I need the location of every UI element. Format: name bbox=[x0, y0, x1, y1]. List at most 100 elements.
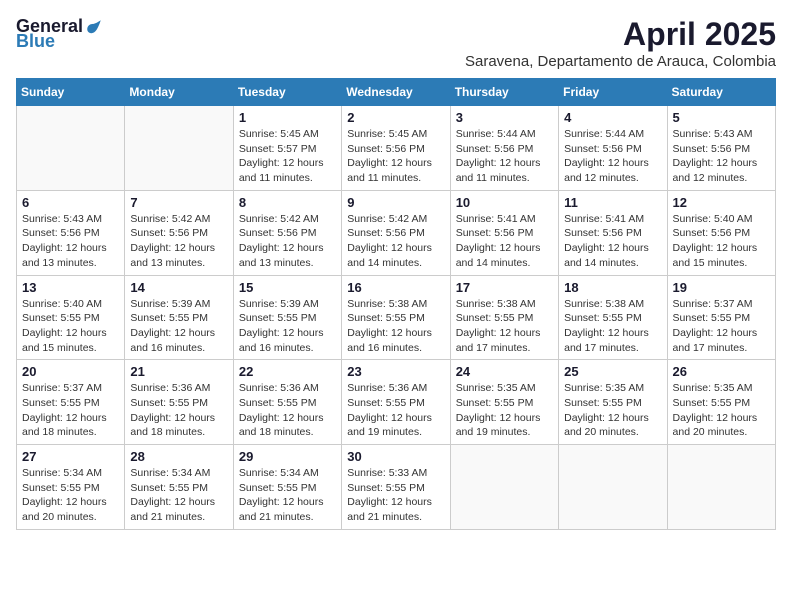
day-info: Sunrise: 5:36 AM Sunset: 5:55 PM Dayligh… bbox=[130, 381, 227, 440]
day-info: Sunrise: 5:35 AM Sunset: 5:55 PM Dayligh… bbox=[673, 381, 770, 440]
calendar-week-1: 1 Sunrise: 5:45 AM Sunset: 5:57 PM Daylig… bbox=[17, 106, 776, 191]
calendar-cell: 19 Sunrise: 5:37 AM Sunset: 5:55 PM Dayli… bbox=[667, 275, 775, 360]
calendar-col-monday: Monday bbox=[125, 79, 233, 106]
day-number: 20 bbox=[22, 364, 119, 379]
day-number: 22 bbox=[239, 364, 336, 379]
day-info: Sunrise: 5:36 AM Sunset: 5:55 PM Dayligh… bbox=[347, 381, 444, 440]
day-info: Sunrise: 5:35 AM Sunset: 5:55 PM Dayligh… bbox=[564, 381, 661, 440]
day-number: 10 bbox=[456, 195, 553, 210]
day-number: 29 bbox=[239, 449, 336, 464]
calendar-cell: 4Sunrise: 5:44 AM Sunset: 5:56 PM Daylig… bbox=[559, 106, 667, 191]
calendar-cell: 16Sunrise: 5:38 AM Sunset: 5:55 PM Dayli… bbox=[342, 275, 450, 360]
calendar-cell: 18 Sunrise: 5:38 AM Sunset: 5:55 PM Dayli… bbox=[559, 275, 667, 360]
calendar-cell: 29 Sunrise: 5:34 AM Sunset: 5:55 PM Dayli… bbox=[233, 445, 341, 530]
calendar-cell: 17Sunrise: 5:38 AM Sunset: 5:55 PM Dayli… bbox=[450, 275, 558, 360]
calendar-header: SundayMondayTuesdayWednesdayThursdayFrid… bbox=[17, 79, 776, 106]
calendar-cell: 11 Sunrise: 5:41 AM Sunset: 5:56 PM Dayli… bbox=[559, 190, 667, 275]
calendar-col-thursday: Thursday bbox=[450, 79, 558, 106]
month-title: April 2025 bbox=[465, 16, 776, 53]
day-number: 27 bbox=[22, 449, 119, 464]
calendar-col-wednesday: Wednesday bbox=[342, 79, 450, 106]
calendar-cell: 24 Sunrise: 5:35 AM Sunset: 5:55 PM Dayli… bbox=[450, 360, 558, 445]
day-info: Sunrise: 5:45 AM Sunset: 5:57 PM Dayligh… bbox=[239, 127, 336, 186]
calendar-cell: 23 Sunrise: 5:36 AM Sunset: 5:55 PM Dayli… bbox=[342, 360, 450, 445]
day-info: Sunrise: 5:34 AM Sunset: 5:55 PM Dayligh… bbox=[22, 466, 119, 525]
calendar-col-tuesday: Tuesday bbox=[233, 79, 341, 106]
day-number: 2 bbox=[347, 110, 444, 125]
day-number: 15 bbox=[239, 280, 336, 295]
calendar-cell: 30Sunrise: 5:33 AM Sunset: 5:55 PM Dayli… bbox=[342, 445, 450, 530]
calendar-table: SundayMondayTuesdayWednesdayThursdayFrid… bbox=[16, 78, 776, 530]
calendar-cell: 6Sunrise: 5:43 AM Sunset: 5:56 PM Daylig… bbox=[17, 190, 125, 275]
day-info: Sunrise: 5:37 AM Sunset: 5:55 PM Dayligh… bbox=[673, 297, 770, 356]
day-number: 13 bbox=[22, 280, 119, 295]
calendar-cell: 20Sunrise: 5:37 AM Sunset: 5:55 PM Dayli… bbox=[17, 360, 125, 445]
day-info: Sunrise: 5:43 AM Sunset: 5:56 PM Dayligh… bbox=[22, 212, 119, 271]
calendar-cell: 28 Sunrise: 5:34 AM Sunset: 5:55 PM Dayli… bbox=[125, 445, 233, 530]
title-block: April 2025 Saravena, Departamento de Ara… bbox=[465, 16, 776, 70]
day-info: Sunrise: 5:38 AM Sunset: 5:55 PM Dayligh… bbox=[564, 297, 661, 356]
day-info: Sunrise: 5:43 AM Sunset: 5:56 PM Dayligh… bbox=[673, 127, 770, 186]
day-number: 14 bbox=[130, 280, 227, 295]
logo-blue-text: Blue bbox=[16, 31, 55, 52]
calendar-cell: 3 Sunrise: 5:44 AM Sunset: 5:56 PM Daylig… bbox=[450, 106, 558, 191]
day-info: Sunrise: 5:34 AM Sunset: 5:55 PM Dayligh… bbox=[130, 466, 227, 525]
day-info: Sunrise: 5:41 AM Sunset: 5:56 PM Dayligh… bbox=[564, 212, 661, 271]
day-number: 5 bbox=[673, 110, 770, 125]
calendar-cell: 9 Sunrise: 5:42 AM Sunset: 5:56 PM Daylig… bbox=[342, 190, 450, 275]
calendar-week-5: 27 Sunrise: 5:34 AM Sunset: 5:55 PM Dayli… bbox=[17, 445, 776, 530]
day-info: Sunrise: 5:39 AM Sunset: 5:55 PM Dayligh… bbox=[130, 297, 227, 356]
calendar-week-2: 6Sunrise: 5:43 AM Sunset: 5:56 PM Daylig… bbox=[17, 190, 776, 275]
day-number: 8 bbox=[239, 195, 336, 210]
calendar-cell bbox=[450, 445, 558, 530]
logo-bird-icon bbox=[85, 18, 103, 36]
calendar-cell bbox=[17, 106, 125, 191]
day-info: Sunrise: 5:42 AM Sunset: 5:56 PM Dayligh… bbox=[130, 212, 227, 271]
calendar-cell: 5 Sunrise: 5:43 AM Sunset: 5:56 PM Daylig… bbox=[667, 106, 775, 191]
day-number: 16 bbox=[347, 280, 444, 295]
day-info: Sunrise: 5:42 AM Sunset: 5:56 PM Dayligh… bbox=[239, 212, 336, 271]
calendar-cell: 15Sunrise: 5:39 AM Sunset: 5:55 PM Dayli… bbox=[233, 275, 341, 360]
calendar-week-4: 20Sunrise: 5:37 AM Sunset: 5:55 PM Dayli… bbox=[17, 360, 776, 445]
calendar-cell: 12Sunrise: 5:40 AM Sunset: 5:56 PM Dayli… bbox=[667, 190, 775, 275]
day-number: 3 bbox=[456, 110, 553, 125]
logo: General Blue bbox=[16, 16, 103, 52]
calendar-col-saturday: Saturday bbox=[667, 79, 775, 106]
day-number: 11 bbox=[564, 195, 661, 210]
calendar-cell: 2 Sunrise: 5:45 AM Sunset: 5:56 PM Daylig… bbox=[342, 106, 450, 191]
calendar-cell: 21 Sunrise: 5:36 AM Sunset: 5:55 PM Dayli… bbox=[125, 360, 233, 445]
calendar-body: 1 Sunrise: 5:45 AM Sunset: 5:57 PM Daylig… bbox=[17, 106, 776, 530]
day-info: Sunrise: 5:44 AM Sunset: 5:56 PM Dayligh… bbox=[564, 127, 661, 186]
day-info: Sunrise: 5:45 AM Sunset: 5:56 PM Dayligh… bbox=[347, 127, 444, 186]
day-info: Sunrise: 5:33 AM Sunset: 5:55 PM Dayligh… bbox=[347, 466, 444, 525]
calendar-cell: 8 Sunrise: 5:42 AM Sunset: 5:56 PM Daylig… bbox=[233, 190, 341, 275]
calendar-cell bbox=[559, 445, 667, 530]
calendar-cell: 14 Sunrise: 5:39 AM Sunset: 5:55 PM Dayli… bbox=[125, 275, 233, 360]
day-number: 12 bbox=[673, 195, 770, 210]
page-header: General Blue April 2025 Saravena, Depart… bbox=[16, 16, 776, 70]
calendar-col-sunday: Sunday bbox=[17, 79, 125, 106]
day-number: 21 bbox=[130, 364, 227, 379]
calendar-week-3: 13Sunrise: 5:40 AM Sunset: 5:55 PM Dayli… bbox=[17, 275, 776, 360]
day-number: 19 bbox=[673, 280, 770, 295]
day-info: Sunrise: 5:38 AM Sunset: 5:55 PM Dayligh… bbox=[456, 297, 553, 356]
calendar-cell: 13Sunrise: 5:40 AM Sunset: 5:55 PM Dayli… bbox=[17, 275, 125, 360]
day-number: 18 bbox=[564, 280, 661, 295]
day-number: 23 bbox=[347, 364, 444, 379]
calendar-header-row: SundayMondayTuesdayWednesdayThursdayFrid… bbox=[17, 79, 776, 106]
day-info: Sunrise: 5:35 AM Sunset: 5:55 PM Dayligh… bbox=[456, 381, 553, 440]
day-number: 25 bbox=[564, 364, 661, 379]
day-number: 9 bbox=[347, 195, 444, 210]
day-info: Sunrise: 5:34 AM Sunset: 5:55 PM Dayligh… bbox=[239, 466, 336, 525]
day-number: 7 bbox=[130, 195, 227, 210]
calendar-cell: 7 Sunrise: 5:42 AM Sunset: 5:56 PM Daylig… bbox=[125, 190, 233, 275]
calendar-cell: 26 Sunrise: 5:35 AM Sunset: 5:55 PM Dayli… bbox=[667, 360, 775, 445]
day-info: Sunrise: 5:44 AM Sunset: 5:56 PM Dayligh… bbox=[456, 127, 553, 186]
day-info: Sunrise: 5:42 AM Sunset: 5:56 PM Dayligh… bbox=[347, 212, 444, 271]
day-number: 26 bbox=[673, 364, 770, 379]
day-number: 1 bbox=[239, 110, 336, 125]
calendar-cell: 22Sunrise: 5:36 AM Sunset: 5:55 PM Dayli… bbox=[233, 360, 341, 445]
calendar-col-friday: Friday bbox=[559, 79, 667, 106]
day-number: 28 bbox=[130, 449, 227, 464]
day-number: 24 bbox=[456, 364, 553, 379]
